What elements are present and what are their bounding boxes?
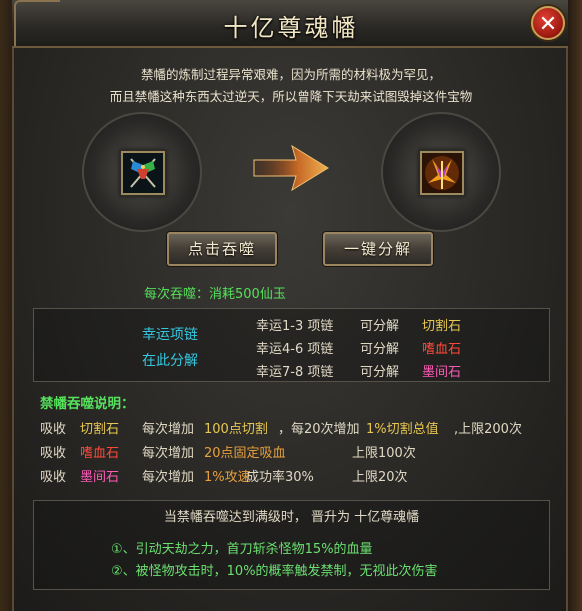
cost-text: 每次吞噬：消耗500仙玉	[144, 287, 286, 302]
arrow-right-icon	[253, 144, 329, 192]
rule-desc-b: 100点切割	[204, 422, 268, 437]
rule-desc-c: 成功率30%	[246, 470, 314, 485]
rule-prefix: 吸收	[40, 422, 67, 437]
effect-line: ②、被怪物攻击时，10%的概率触发禁制，无视此次伤害	[111, 564, 438, 579]
intro-line-1: 禁幡的炼制过程异常艰难，因为所需的材料极为罕见，	[140, 67, 441, 82]
rule-desc-b: 1%攻速	[204, 470, 251, 485]
lucky-row-result: 切割石	[422, 319, 462, 334]
devour-button[interactable]: 点击吞噬	[167, 232, 277, 266]
lucky-row-action: 可分解	[360, 319, 400, 334]
lucky-necklace-title: 幸运项链 在此分解	[130, 322, 210, 374]
banner-item-upgraded-icon	[422, 153, 462, 193]
output-slot-frame[interactable]	[420, 151, 464, 195]
rule-stone: 嗜血石	[80, 446, 120, 461]
close-button[interactable]: ✕	[531, 6, 565, 40]
output-slot[interactable]	[381, 112, 501, 232]
rule-desc-a: 每次增加	[142, 470, 195, 485]
lucky-row-item: 幸运1-3 项链	[256, 319, 334, 334]
banner-item-icon	[123, 153, 163, 193]
close-icon: ✕	[538, 12, 558, 37]
lucky-row-action: 可分解	[360, 342, 400, 357]
window-title: 十亿尊魂幡	[223, 14, 359, 42]
lucky-row-result: 嗜血石	[422, 342, 462, 357]
rule-stone: 切割石	[80, 422, 120, 437]
rule-desc-c: ，每20次增加	[278, 422, 360, 437]
lucky-row-item: 幸运4-6 项链	[256, 342, 334, 357]
rule-prefix: 吸收	[40, 470, 67, 485]
upgrade-text: 当禁幡吞噬达到满级时， 晋升为 十亿尊魂幡	[163, 510, 420, 525]
rule-desc-e: ,上限200次	[454, 422, 522, 437]
decompose-button[interactable]: 一键分解	[323, 232, 433, 266]
lucky-row-action: 可分解	[360, 365, 400, 380]
rules-title: 禁幡吞噬说明：	[40, 396, 135, 412]
rule-desc-a: 每次增加	[142, 446, 195, 461]
input-slot-frame[interactable]	[121, 151, 165, 195]
lucky-row-result: 墨间石	[422, 365, 462, 380]
input-slot[interactable]	[82, 112, 202, 232]
lucky-row-item: 幸运7-8 项链	[256, 365, 334, 380]
rule-desc-a: 每次增加	[142, 422, 195, 437]
effect-line: ①、引动天劫之力，首刀斩杀怪物15%的血量	[111, 542, 373, 557]
rule-limit: 上限100次	[352, 446, 416, 461]
rule-desc-b: 20点固定吸血	[204, 446, 286, 461]
intro-line-2: 而且禁幡这种东西太过逆天，所以曾降下天劫来试图毁掉这件宝物	[109, 89, 473, 104]
rule-prefix: 吸收	[40, 446, 67, 461]
lucky-title-line-2: 在此分解	[142, 353, 198, 369]
rule-limit: 上限20次	[352, 470, 408, 485]
rule-stone: 墨间石	[80, 470, 120, 485]
intro-text: 禁幡的炼制过程异常艰难，因为所需的材料极为罕见， 而且禁幡这种东西太过逆天，所以…	[30, 64, 552, 108]
lucky-title-line-1: 幸运项链	[142, 327, 198, 343]
rule-desc-d: 1%切割总值	[366, 422, 439, 437]
